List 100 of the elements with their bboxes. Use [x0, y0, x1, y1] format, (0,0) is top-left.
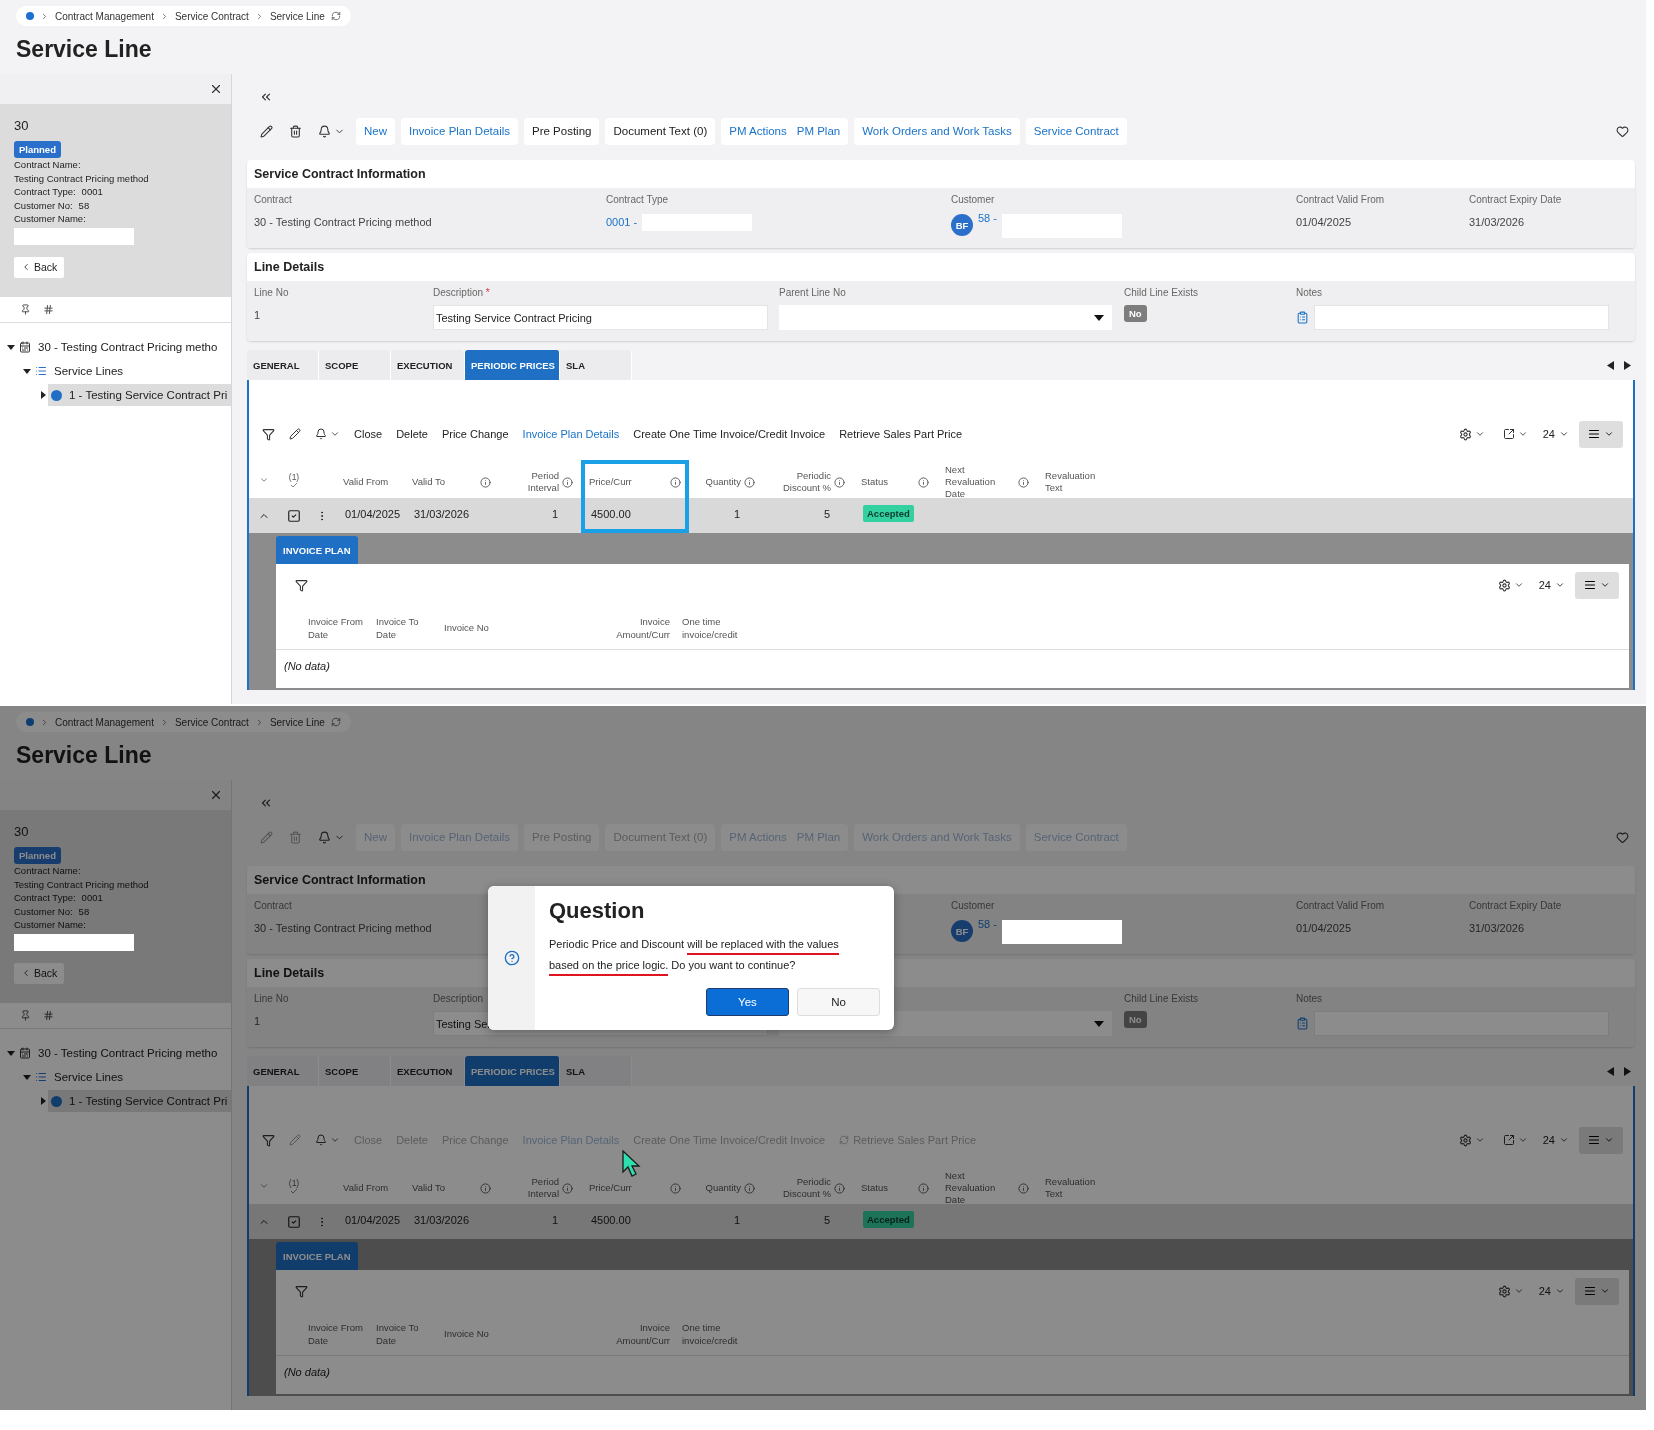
- description-field[interactable]: Testing Service Contract Pricing: [433, 305, 768, 330]
- tree-item[interactable]: 1 - Testing Service Contract Pri: [48, 384, 231, 406]
- back-button[interactable]: Back: [14, 962, 65, 984]
- pin-icon[interactable]: [20, 304, 31, 315]
- column-header[interactable]: Invoice Amount/Curr: [614, 614, 674, 641]
- tab[interactable]: SCOPE: [319, 350, 391, 380]
- scroll-left-icon[interactable]: [1607, 360, 1614, 370]
- tab[interactable]: SCOPE: [319, 1056, 391, 1086]
- view-mode-button[interactable]: [1575, 571, 1619, 599]
- back-button[interactable]: Back: [14, 256, 65, 278]
- expand-all-icon[interactable]: [259, 475, 269, 485]
- table-row[interactable]: 01/04/2025 31/03/2026 1 4500.00 1 5 Accepted: [249, 498, 1633, 533]
- breadcrumb-link[interactable]: Service Contract: [174, 10, 249, 22]
- scroll-right-icon[interactable]: [1624, 360, 1631, 370]
- info-icon[interactable]: [918, 476, 929, 488]
- refresh-icon[interactable]: [330, 717, 341, 727]
- action-button[interactable]: Price Change: [436, 428, 514, 440]
- grid-icon[interactable]: [43, 304, 54, 315]
- column-header[interactable]: Valid From: [335, 1166, 404, 1206]
- column-header[interactable]: One time invoice/credit: [682, 614, 762, 641]
- column-header[interactable]: Valid To: [404, 1166, 499, 1206]
- breadcrumb-link[interactable]: Service Line: [269, 10, 325, 22]
- column-header[interactable]: Quantity: [689, 460, 763, 500]
- dialog-button[interactable]: No: [797, 988, 880, 1016]
- home-dot-icon[interactable]: [26, 718, 34, 726]
- info-icon[interactable]: [744, 1182, 755, 1194]
- info-icon[interactable]: [480, 1182, 491, 1194]
- view-mode-button[interactable]: [1575, 1277, 1619, 1305]
- action-button[interactable]: Close: [349, 428, 388, 440]
- action-button[interactable]: Create One Time Invoice/Credit Invoice: [628, 428, 831, 440]
- column-header[interactable]: Invoice From Date: [308, 1320, 376, 1347]
- tab[interactable]: PERIODIC PRICES: [465, 1056, 560, 1086]
- tree-item[interactable]: Service Lines: [32, 1066, 231, 1088]
- view-mode-button[interactable]: [1579, 420, 1623, 448]
- notes-icon[interactable]: [1296, 1017, 1309, 1030]
- breadcrumb-link[interactable]: Contract Management: [55, 716, 154, 728]
- info-icon[interactable]: [1018, 1182, 1029, 1194]
- check-icon[interactable]: [290, 482, 298, 488]
- close-icon[interactable]: [209, 82, 223, 96]
- column-header[interactable]: Invoice No: [444, 621, 614, 634]
- column-header[interactable]: Period Interval: [499, 460, 581, 500]
- info-icon[interactable]: [918, 1182, 929, 1194]
- action-button[interactable]: Retrieve Sales Part Price: [834, 428, 968, 440]
- column-header[interactable]: Periodic Discount %: [763, 460, 853, 500]
- close-icon[interactable]: [209, 788, 223, 802]
- column-header[interactable]: Revaluation Text: [1037, 1166, 1111, 1206]
- column-header[interactable]: Price/Curr: [581, 1166, 689, 1206]
- info-icon[interactable]: [562, 1182, 573, 1194]
- tree-item[interactable]: 1 - Testing Service Contract Pri: [48, 1090, 231, 1112]
- breadcrumb-link[interactable]: Service Line: [269, 716, 325, 728]
- info-icon[interactable]: [670, 1182, 681, 1194]
- column-header[interactable]: Invoice Amount/Curr: [614, 1320, 674, 1347]
- customer-link[interactable]: 58 -: [978, 918, 997, 930]
- tab[interactable]: GENERAL: [247, 350, 319, 380]
- column-header[interactable]: Status: [853, 1166, 937, 1206]
- column-header[interactable]: Periodic Discount %: [763, 1166, 853, 1206]
- tab[interactable]: INVOICE PLAN: [276, 536, 358, 564]
- column-header[interactable]: Invoice No: [444, 1327, 614, 1340]
- page-size-button[interactable]: 24: [1536, 579, 1567, 591]
- action-button[interactable]: Invoice Plan Details: [517, 428, 625, 440]
- column-header[interactable]: Next Revaluation Date: [937, 1166, 1037, 1206]
- caret-icon[interactable]: [38, 390, 48, 400]
- tree-item[interactable]: 30 - Testing Contract Pricing metho: [16, 1042, 231, 1064]
- column-header[interactable]: Next Revaluation Date: [937, 460, 1037, 500]
- collapse-icon[interactable]: [259, 796, 273, 810]
- tab[interactable]: SLA: [560, 1056, 632, 1086]
- dialog-button[interactable]: Yes: [706, 988, 789, 1016]
- tab[interactable]: EXECUTION: [391, 350, 465, 380]
- pin-icon[interactable]: [20, 1010, 31, 1021]
- view-mode-button[interactable]: [1579, 1126, 1623, 1154]
- caret-icon[interactable]: [6, 342, 16, 352]
- column-header[interactable]: Revaluation Text: [1037, 460, 1111, 500]
- info-icon[interactable]: [744, 476, 755, 488]
- column-header[interactable]: Invoice From Date: [308, 614, 376, 641]
- notes-icon[interactable]: [1296, 311, 1309, 324]
- info-icon[interactable]: [834, 1182, 845, 1194]
- column-header[interactable]: Valid To: [404, 460, 499, 500]
- column-header[interactable]: Invoice To Date: [376, 1320, 444, 1347]
- info-icon[interactable]: [562, 476, 573, 488]
- check-icon[interactable]: [290, 1188, 298, 1194]
- tree-item[interactable]: Service Lines: [32, 360, 231, 382]
- tree-item[interactable]: 30 - Testing Contract Pricing metho: [16, 336, 231, 358]
- customer-link[interactable]: 58 -: [978, 212, 997, 224]
- info-icon[interactable]: [1018, 476, 1029, 488]
- notes-field[interactable]: [1314, 305, 1609, 330]
- column-header[interactable]: Quantity: [689, 1166, 763, 1206]
- grid-icon[interactable]: [43, 1010, 54, 1021]
- collapse-icon[interactable]: [259, 90, 273, 104]
- column-header[interactable]: Status: [853, 460, 937, 500]
- column-header[interactable]: Invoice To Date: [376, 614, 444, 641]
- tab[interactable]: INVOICE PLAN: [276, 1242, 358, 1270]
- tab[interactable]: EXECUTION: [391, 1056, 465, 1086]
- contract-type-link[interactable]: 0001 -: [606, 212, 638, 228]
- page-size-button[interactable]: 24: [1540, 428, 1571, 440]
- column-header[interactable]: One time invoice/credit: [682, 1320, 762, 1347]
- breadcrumb-link[interactable]: Service Contract: [174, 716, 249, 728]
- toolbar-button[interactable]: PM Plan: [791, 117, 846, 145]
- refresh-icon[interactable]: [330, 11, 341, 21]
- tab[interactable]: SLA: [560, 350, 632, 380]
- table-row[interactable]: 01/04/2025 31/03/2026 1 4500.00 1 5 Accepted: [249, 1204, 1633, 1239]
